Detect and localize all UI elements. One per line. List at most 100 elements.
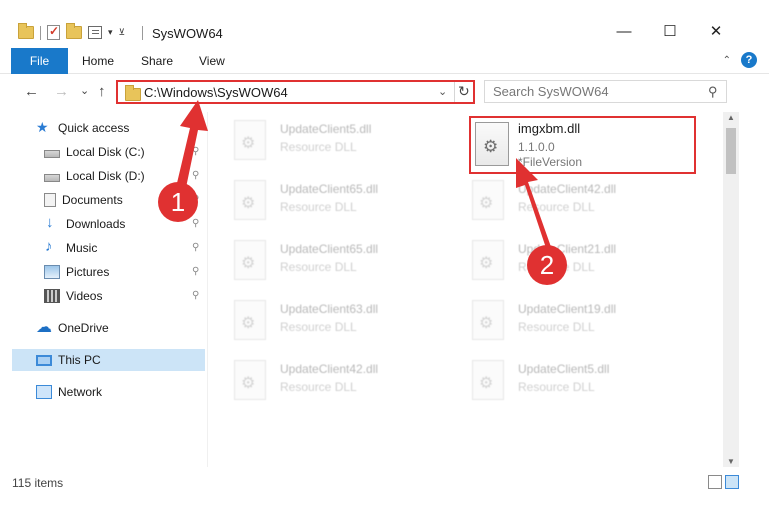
- new-folder-icon[interactable]: [66, 23, 82, 39]
- sidebar-item-this-pc[interactable]: This PC: [12, 349, 205, 371]
- file-description: *FileVersion: [518, 155, 583, 169]
- forward-button[interactable]: →: [54, 83, 69, 100]
- maximize-button[interactable]: ☐: [647, 20, 693, 44]
- customize-toolbar-icon[interactable]: ▾: [108, 27, 113, 38]
- ribbon-tabs: File Home Share View ⌃ ?: [0, 48, 769, 74]
- sidebar-item-label: Documents: [62, 193, 123, 207]
- tab-view[interactable]: View: [199, 48, 225, 74]
- status-bar: 115 items: [0, 470, 769, 494]
- file-name: UpdateClient65.dll: [280, 182, 379, 196]
- up-button[interactable]: ↑: [98, 83, 106, 100]
- file-tile[interactable]: UpdateClient65.dll Resource DLL: [210, 234, 430, 290]
- address-divider: [454, 82, 455, 102]
- properties-icon[interactable]: [88, 26, 102, 39]
- address-path[interactable]: C:\Windows\SysWOW64: [144, 85, 288, 100]
- tab-home[interactable]: Home: [82, 48, 114, 74]
- file-type: Resource DLL: [280, 320, 357, 334]
- file-type: Resource DLL: [518, 200, 595, 214]
- minimize-button[interactable]: —: [601, 20, 647, 44]
- search-placeholder[interactable]: Search SysWOW64: [493, 84, 609, 99]
- file-tile[interactable]: UpdateClient19.dll Resource DLL: [448, 294, 668, 350]
- dll-file-icon: [472, 240, 504, 280]
- customize-qat-icon[interactable]: ⊻: [119, 27, 126, 38]
- file-tile[interactable]: UpdateClient5.dll Resource DLL: [210, 114, 430, 170]
- back-button[interactable]: ←: [24, 83, 39, 100]
- search-box[interactable]: Search SysWOW64 ⚲: [484, 80, 727, 103]
- sidebar-item-pictures[interactable]: Pictures: [44, 261, 206, 283]
- pin-icon[interactable]: ⚲: [192, 290, 199, 301]
- scroll-up-icon[interactable]: ▲: [727, 113, 735, 122]
- file-name: UpdateClient19.dll: [518, 302, 617, 316]
- sidebar-item-onedrive[interactable]: OneDrive: [36, 317, 206, 339]
- computer-icon: [36, 354, 52, 366]
- highlighted-file-tile[interactable]: imgxbm.dll 1.1.0.0 *FileVersion: [469, 116, 696, 174]
- file-name: UpdateClient65.dll: [280, 242, 379, 256]
- quick-access-toolbar: ▾ ⊻: [18, 23, 126, 40]
- view-switcher: [708, 475, 739, 489]
- downloads-icon: [44, 214, 60, 231]
- details-view-icon[interactable]: [708, 475, 722, 489]
- dll-file-icon: [234, 120, 266, 160]
- sidebar-item-label: Music: [66, 241, 98, 255]
- recent-locations-button[interactable]: ⌄: [80, 84, 89, 97]
- pin-icon[interactable]: ⚲: [192, 146, 199, 157]
- dll-file-icon: [472, 300, 504, 340]
- refresh-button[interactable]: ↻: [458, 83, 470, 100]
- sidebar-item-label: OneDrive: [58, 321, 109, 335]
- sidebar-item-label: Quick access: [58, 121, 130, 135]
- pin-icon[interactable]: ⚲: [192, 218, 199, 229]
- sidebar-item-label: Videos: [66, 289, 103, 303]
- address-dropdown-icon[interactable]: ⌄: [438, 85, 447, 98]
- file-type: Resource DLL: [518, 320, 595, 334]
- music-icon: [44, 238, 60, 255]
- window-bottom: [0, 494, 769, 518]
- window-title: SysWOW64: [152, 26, 223, 41]
- sidebar-item-quick-access[interactable]: Quick access: [36, 117, 206, 139]
- file-name: UpdateClient5.dll: [518, 362, 610, 376]
- close-button[interactable]: ✕: [693, 20, 739, 44]
- dll-file-icon: [234, 180, 266, 220]
- documents-icon: [44, 193, 56, 207]
- file-tile[interactable]: UpdateClient65.dll Resource DLL: [210, 174, 430, 230]
- file-tile[interactable]: UpdateClient63.dll Resource DLL: [210, 294, 430, 350]
- tab-file[interactable]: File: [11, 48, 68, 74]
- folder-icon: [125, 85, 141, 101]
- search-icon[interactable]: ⚲: [708, 84, 718, 100]
- file-tile[interactable]: UpdateClient42.dll Resource DLL: [210, 354, 430, 410]
- help-icon[interactable]: ?: [741, 52, 757, 68]
- ribbon-collapse-icon[interactable]: ⌃: [723, 55, 731, 66]
- sidebar-item-videos[interactable]: Videos: [44, 285, 206, 307]
- vertical-scrollbar[interactable]: ▲ ▼: [723, 112, 739, 467]
- drive-icon: [44, 174, 60, 182]
- pin-icon[interactable]: ⚲: [192, 170, 199, 181]
- scrollbar-thumb[interactable]: [726, 128, 736, 174]
- pin-icon[interactable]: ⚲: [192, 242, 199, 253]
- properties-check-icon[interactable]: [47, 24, 60, 40]
- file-name: UpdateClient42.dll: [280, 362, 379, 376]
- scroll-down-icon[interactable]: ▼: [727, 457, 735, 466]
- dll-file-icon: [234, 240, 266, 280]
- network-icon: [36, 385, 52, 399]
- sidebar-item-network[interactable]: Network: [36, 381, 206, 403]
- file-type: Resource DLL: [518, 380, 595, 394]
- step-1-badge: 1: [158, 182, 198, 222]
- pin-icon[interactable]: ⚲: [192, 266, 199, 277]
- sidebar-item-label: This PC: [58, 353, 101, 367]
- file-tile[interactable]: UpdateClient5.dll Resource DLL: [448, 354, 668, 410]
- tiles-view-icon[interactable]: [725, 475, 739, 489]
- sidebar-item-label: Downloads: [66, 217, 126, 231]
- sidebar-item-label: Network: [58, 385, 103, 399]
- file-name: UpdateClient5.dll: [280, 122, 372, 136]
- dll-file-icon: [234, 300, 266, 340]
- sidebar-item-local-disk-c[interactable]: Local Disk (C:): [44, 141, 206, 163]
- tab-share[interactable]: Share: [141, 48, 173, 74]
- dll-file-icon: [234, 360, 266, 400]
- address-bar[interactable]: C:\Windows\SysWOW64 ⌄ ↻: [116, 80, 475, 104]
- folder-icon: [18, 23, 34, 39]
- file-tile[interactable]: UpdateClient42.dll Resource DLL: [448, 174, 668, 230]
- cloud-icon: [36, 317, 52, 337]
- dll-file-icon: [472, 360, 504, 400]
- ribbon-controls: ⌃ ?: [723, 52, 757, 68]
- sidebar-item-music[interactable]: Music: [44, 237, 206, 259]
- toolbar-divider: [40, 25, 41, 40]
